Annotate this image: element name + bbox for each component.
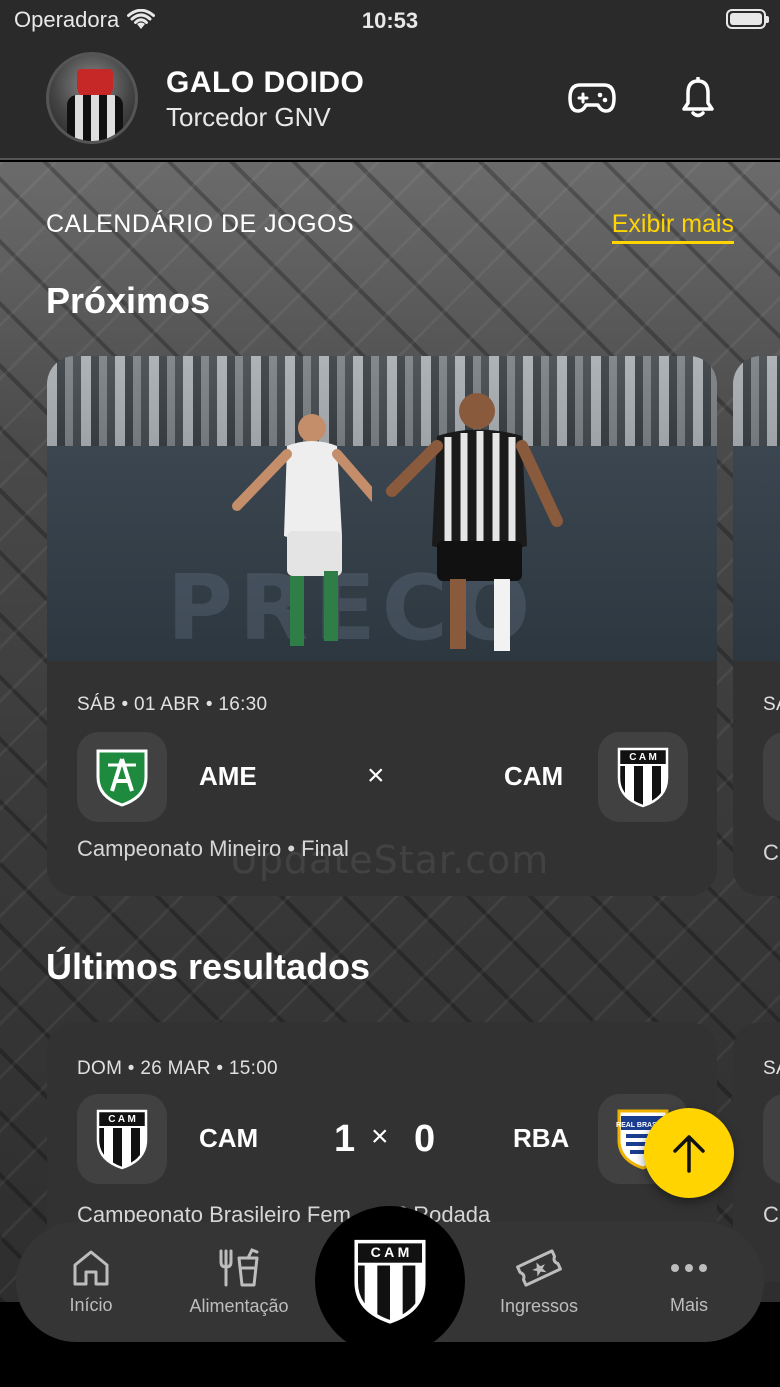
team-away-abbr: CAM [504, 761, 564, 791]
peek-competition: C [763, 1202, 779, 1227]
app-header: GALO DOIDO Torcedor GNV [0, 40, 780, 160]
home-icon [73, 1250, 109, 1285]
match-date: SÁB • 01 ABR • 16:30 [77, 694, 268, 715]
peek-date: SÁ [763, 694, 780, 715]
team-home-abbr: AME [199, 761, 257, 791]
next-card-peek[interactable]: SÁ C [733, 356, 780, 896]
team-logo-ame [77, 732, 167, 822]
team-logo-cam: C A M [77, 1094, 167, 1184]
tab-label: Início [69, 1294, 113, 1315]
status-bar: Operadora 10:53 [0, 0, 780, 40]
tab-label: Ingressos [499, 1295, 579, 1316]
tab-more[interactable]: Mais [614, 1222, 764, 1342]
club-center-button[interactable]: C A M [315, 1206, 465, 1356]
tab-label: Mais [669, 1294, 708, 1315]
user-name: GALO DOIDO [166, 66, 365, 99]
upcoming-match-card[interactable]: PRECO SÁB • 01 ABR • 16:30 AME × CAM C A… [47, 356, 717, 896]
shield-text: C A M [108, 1114, 136, 1125]
tab-label: Alimentação [189, 1295, 289, 1316]
peek-date: SÁ [763, 1058, 780, 1079]
section-title: CALENDÁRIO DE JOGOS [46, 210, 355, 238]
bell-icon[interactable] [672, 74, 724, 122]
watermark: UpdateStar.com [230, 838, 550, 882]
avatar[interactable] [46, 52, 138, 144]
home-indicator-area [0, 1352, 780, 1387]
user-role: Torcedor GNV [166, 102, 331, 132]
match-photo: PRECO [47, 356, 717, 661]
tab-home[interactable]: Início [16, 1222, 166, 1342]
atletico-shield-icon: C A M [96, 1109, 148, 1170]
gamepad-icon[interactable] [566, 74, 618, 122]
upcoming-heading: Próximos [46, 280, 211, 321]
tab-tickets[interactable]: Ingressos [464, 1222, 614, 1342]
player-image [386, 393, 563, 651]
team-logo-cam: C A M [598, 732, 688, 822]
peek-photo [733, 356, 780, 661]
carrier: Operadora [14, 7, 156, 33]
peek-team-logo [763, 732, 780, 822]
see-more-link[interactable]: Exibir mais [611, 210, 734, 244]
versus-separator: × [367, 759, 385, 792]
battery-icon [726, 9, 769, 29]
scroll-top-button[interactable] [644, 1108, 734, 1198]
home-score: 1 [334, 1118, 356, 1160]
result-date: DOM • 26 MAR • 15:00 [77, 1058, 278, 1079]
team-away-abbr: RBA [513, 1123, 570, 1153]
arrow-up-icon [673, 1135, 705, 1173]
shield-text: C A M [629, 752, 657, 763]
america-shield-icon [96, 749, 148, 807]
ticket-icon [516, 1248, 562, 1287]
player-image [232, 414, 372, 646]
wifi-icon [127, 9, 156, 29]
atletico-shield-icon: C A M [617, 747, 669, 808]
away-score: 0 [414, 1118, 436, 1160]
team-home-abbr: CAM [199, 1123, 259, 1153]
atletico-shield-icon: C A M [354, 1239, 426, 1324]
shield-text: C A M [371, 1244, 410, 1260]
carrier-name: Operadora [14, 7, 120, 32]
results-heading: Últimos resultados [46, 946, 371, 987]
tab-food[interactable]: Alimentação [164, 1222, 314, 1342]
more-dots-icon [671, 1263, 707, 1272]
score-separator: × [371, 1120, 389, 1153]
food-drink-icon [219, 1247, 259, 1286]
peek-competition: C [763, 840, 779, 865]
peek-team-logo [763, 1094, 780, 1184]
